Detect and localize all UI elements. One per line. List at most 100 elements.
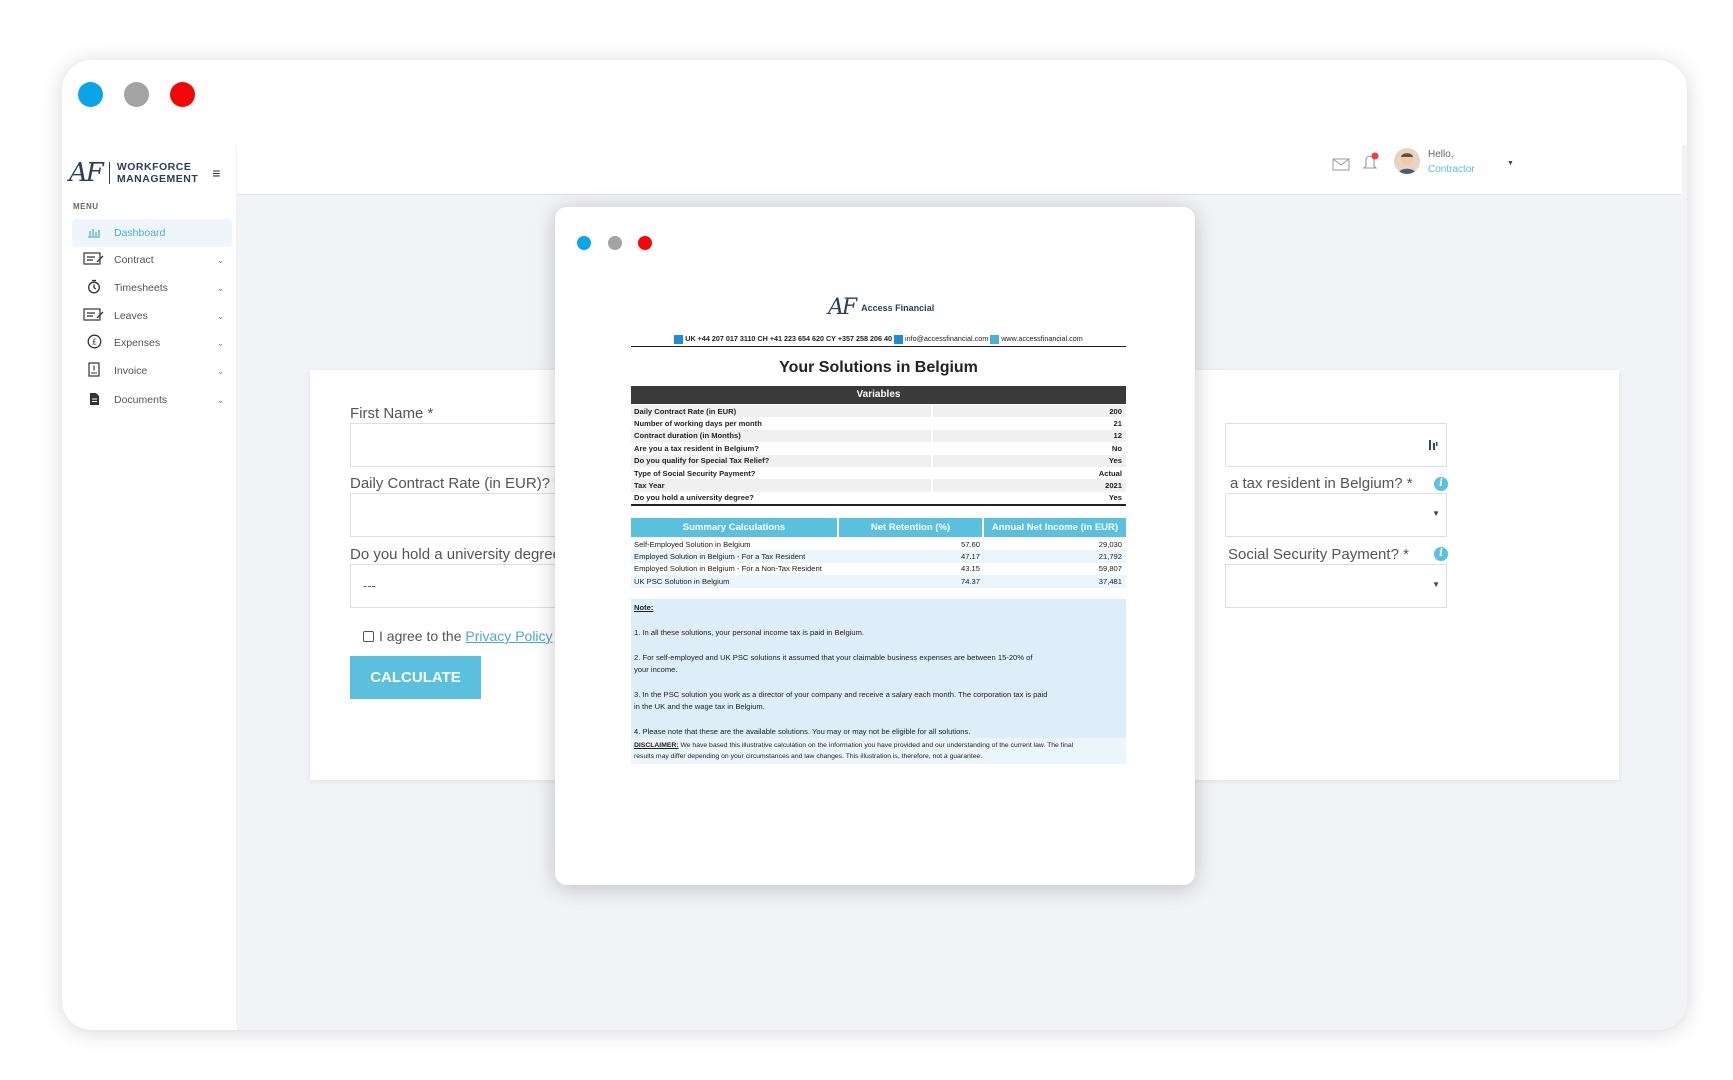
email-icon: [894, 334, 903, 344]
variables-header: Variables: [631, 386, 1126, 404]
social-security-select[interactable]: ▼: [1225, 564, 1447, 608]
window-dot-blue[interactable]: [577, 236, 591, 250]
sidebar-item-contract[interactable]: Contract ⌄: [72, 246, 232, 274]
sidebar-item-timesheets[interactable]: Timesheets ⌄: [72, 274, 232, 302]
af-logo-icon: AF: [828, 295, 857, 320]
sidebar-item-documents[interactable]: Documents ⌄: [72, 386, 232, 414]
summary-header-1: Summary Calculations: [631, 518, 839, 537]
contact-uk: UK +44 207 017 3110: [685, 334, 756, 343]
table-row: UK PSC Solution in Belgium 74.37 37,481: [631, 575, 1126, 588]
document-icon: [80, 392, 108, 409]
note-title: Note:: [634, 603, 654, 612]
info-icon[interactable]: i: [1434, 477, 1448, 491]
web-icon: [990, 334, 1000, 344]
key-icon: [1429, 440, 1438, 450]
mail-icon[interactable]: [1332, 158, 1350, 176]
agree-checkbox[interactable]: [363, 630, 374, 642]
table-row: Do you hold a university degree? Yes: [631, 491, 1126, 505]
avatar[interactable]: [1394, 148, 1420, 174]
window-dot-red[interactable]: [638, 236, 652, 250]
sidebar-item-leaves[interactable]: Leaves ⌄: [72, 302, 232, 330]
leaves-icon: [80, 308, 108, 324]
contract-icon: [80, 252, 108, 268]
report-title: Your Solutions in Belgium: [779, 359, 978, 376]
brand-logo[interactable]: AF WORKFORCE MANAGEMENT ≡: [67, 153, 237, 193]
report-preview-window: AF Access Financial UK +44 207 017 3110 …: [555, 207, 1195, 885]
sidebar-item-label: Dashboard: [114, 227, 166, 239]
note-1: 1. In all these solutions, your personal…: [634, 628, 865, 637]
table-row: Contract duration (in Months) 12: [631, 429, 1126, 443]
calculate-button[interactable]: CALCULATE: [350, 656, 481, 699]
note-3-cont: in the UK and the wage tax in Belgium.: [634, 702, 765, 711]
disclaimer: DISCLAIMER: We have based this illustrat…: [631, 738, 1126, 764]
table-row: Employed Solution in Belgium - For a Tax…: [631, 550, 1126, 563]
sidebar: AF WORKFORCE MANAGEMENT ≡ MENU Dashboard…: [67, 145, 237, 1025]
window-dot-red[interactable]: [170, 82, 195, 107]
first-name-label: First Name *: [350, 405, 434, 422]
caret-down-icon[interactable]: ▼: [1507, 160, 1514, 167]
tax-resident-select[interactable]: ▼: [1225, 493, 1447, 537]
sidebar-item-label: Leaves: [114, 310, 148, 322]
chevron-down-icon: ⌄: [217, 338, 224, 348]
table-row: Do you qualify for Special Tax Relief? Ye…: [631, 454, 1126, 467]
social-security-label: Social Security Payment? *: [1228, 546, 1409, 563]
table-row: Number of working days per month 21: [631, 417, 1126, 430]
privacy-policy-link[interactable]: Privacy Policy: [465, 628, 552, 644]
sidebar-item-label: Timesheets: [114, 282, 168, 294]
contact-ch: CH +41 223 654 620: [757, 334, 824, 343]
brand-line-1: WORKFORCE: [116, 161, 192, 173]
table-row: Employed Solution in Belgium - For a Non…: [634, 564, 1122, 574]
note-4: 4. Please note that these are the availa…: [634, 727, 971, 736]
sidebar-item-label: Expenses: [114, 337, 161, 349]
stopwatch-icon: [80, 279, 108, 297]
report-logo: AF Access Financial: [828, 295, 934, 320]
chart-icon: [80, 226, 108, 241]
table-row: Are you a tax resident in Belgium? No: [631, 442, 1126, 455]
summary-table: Summary Calculations Net Retention (%) A…: [631, 518, 1126, 588]
user-greeting[interactable]: Hello, Contractor: [1428, 147, 1475, 177]
table-row: Self-Employed Solution in Belgium 57.60 29…: [634, 539, 1122, 549]
rate-label: Daily Contract Rate (in EUR)? *: [350, 475, 561, 492]
table-row: Type of Social Security Payment? Actual: [631, 466, 1126, 480]
sidebar-item-label: Contract: [114, 254, 154, 266]
sidebar-item-label: Invoice: [114, 365, 148, 377]
window-dot-blue[interactable]: [78, 82, 103, 107]
table-row: Daily Contract Rate (in EUR) 200: [631, 405, 1126, 418]
chevron-down-icon: ⌄: [217, 366, 224, 376]
summary-header-3: Annual Net Income (in EUR): [984, 518, 1126, 537]
hamburger-menu-icon[interactable]: ≡: [212, 165, 220, 181]
disclaimer-label: DISCLAIMER:: [634, 742, 679, 749]
contact-divider: [631, 346, 1126, 347]
note-3: 3. In the PSC solution you work as a dir…: [634, 690, 1048, 699]
brand-line-2: MANAGEMENT: [116, 173, 199, 185]
info-icon[interactable]: i: [1434, 547, 1448, 561]
chevron-down-icon: ⌄: [217, 255, 224, 265]
disclaimer-text-1: We have based this illustrative calculat…: [678, 742, 1074, 749]
sidebar-item-dashboard[interactable]: Dashboard: [72, 219, 232, 247]
right-column-input[interactable]: [1225, 423, 1447, 467]
contact-web: www.accessfinancial.com: [1001, 334, 1083, 343]
brand-name: WORKFORCE MANAGEMENT: [117, 161, 198, 185]
contact-line: UK +44 207 017 3110 CH +41 223 654 620 C…: [631, 334, 1126, 344]
logo-divider: [108, 162, 110, 184]
variables-bottom-rule: [631, 504, 1126, 506]
tax-resident-label: a tax resident in Belgium? *: [1230, 475, 1413, 492]
degree-label: Do you hold a university degree? *: [350, 546, 580, 563]
window-dot-gray[interactable]: [124, 82, 149, 107]
contact-email: info@accessfinancial.com: [905, 334, 989, 343]
sidebar-item-expenses[interactable]: £ Expenses ⌄: [72, 329, 232, 357]
summary-header-row: Summary Calculations Net Retention (%) A…: [631, 518, 1126, 537]
notification-bell-icon[interactable]: [1362, 152, 1380, 177]
chevron-down-icon: ⌄: [217, 311, 224, 321]
hello-text: Hello,: [1428, 149, 1454, 160]
sidebar-item-label: Documents: [114, 394, 168, 406]
agree-text: I agree to the: [379, 628, 462, 644]
disclaimer-text-2: results may differ depending on your cir…: [634, 753, 983, 760]
summary-header-2: Net Retention (%): [839, 518, 984, 537]
sidebar-item-invoice[interactable]: Invoice ⌄: [72, 357, 232, 385]
window-dot-gray[interactable]: [608, 236, 622, 250]
note-2: 2. For self-employed and UK PSC solution…: [634, 653, 1033, 662]
phone-icon: [674, 334, 684, 344]
table-row: Tax Year 2021: [631, 479, 1126, 492]
invoice-icon: [80, 362, 108, 380]
